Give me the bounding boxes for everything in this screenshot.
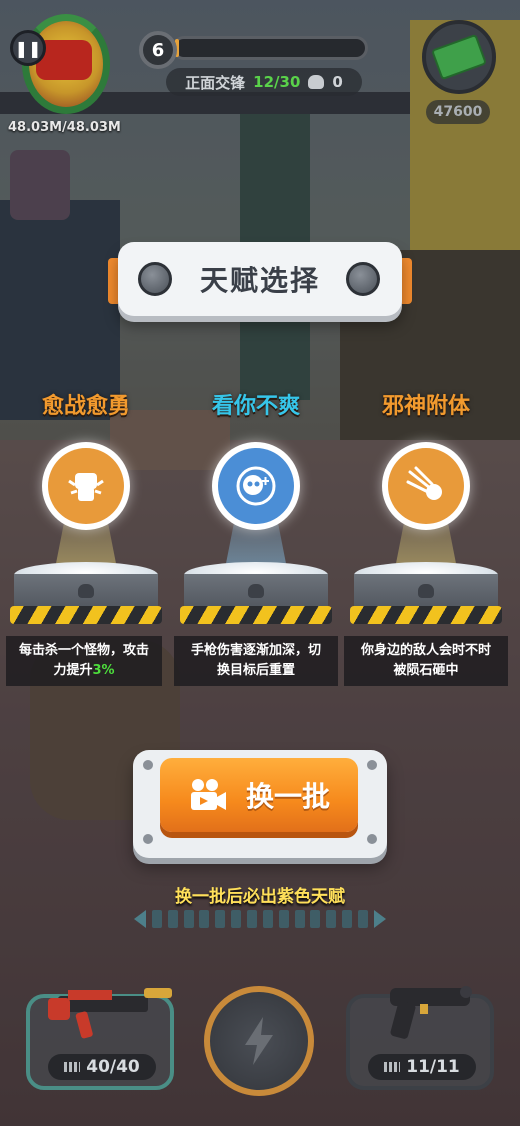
indicator-segment [199,910,210,928]
talent-description: 手枪伤害逐渐加深，切 换目标后重置 [174,636,338,686]
description-line-1: 你身边的敌人会时不时 [360,643,491,658]
dialog-title: 天赋选择 [199,264,320,297]
hazard-stripe [350,606,502,624]
talent-name: 愈战愈勇 [41,394,130,419]
refresh-hint: 换一批后必出紫色天赋 [175,887,345,907]
screw [367,834,377,844]
video-camera-icon [190,779,226,810]
description-line-2: 换目标后重置 [216,663,295,678]
screw [143,760,153,770]
talent-orb [382,442,470,530]
indicator-segment [215,910,226,928]
indicator-segment [262,910,273,928]
indicator-segment [358,910,369,928]
primary-ammo-count: 40/40 [86,1057,140,1077]
refresh-button[interactable]: 换一批 [160,758,358,832]
money-button[interactable] [422,20,496,94]
meteor-icon [388,448,464,524]
wave-label: 正面交锋 [185,73,246,92]
skill-button[interactable] [204,986,314,1096]
talent-card-2[interactable]: 看你不爽 手枪伤害逐渐加深，切 换目标后重置 [172,384,340,694]
pause-icon: ❚❚ [14,38,42,58]
pedestal-skull-icon [248,584,264,598]
hazard-stripe [180,606,332,624]
page-indicator [134,908,386,930]
secondary-weapon-slot[interactable]: 11/11 [346,986,494,1090]
description-line-2: 被陨石砸中 [393,663,459,678]
primary-weapon-slot[interactable]: 40/40 [26,988,174,1090]
money-amount: 47600 [426,100,490,124]
indicator-segment [342,910,353,928]
description-highlight: 3% [92,663,115,678]
indicator-segment [278,910,289,928]
cash-icon [430,33,488,81]
arrow-right-icon [373,910,386,928]
kill-count: 0 [332,73,343,91]
talent-name: 邪神附体 [381,394,470,419]
skull-target-icon [218,448,294,524]
indicator-segment [326,910,337,928]
hp-text: 48.03M/48.03M [8,120,121,135]
talent-orb [42,442,130,530]
pedestal-skull-icon [78,584,94,598]
level-badge: 6 [139,31,177,69]
indicator-segment [231,910,242,928]
description-line-2: 力提升3% [6,661,162,681]
indicator-segment [183,910,194,928]
pause-button[interactable]: ❚❚ [10,30,46,66]
wave-count: 12/30 [253,73,301,91]
secondary-ammo: 11/11 [368,1054,476,1080]
indicator-segment [310,910,321,928]
level-progress-bar [172,36,368,60]
indicator-segment [167,910,178,928]
fist-icon [48,448,124,524]
ammo-icon [384,1062,401,1072]
indicator-segment [294,910,305,928]
talent-orb [212,442,300,530]
indicator-segment [151,910,162,928]
ammo-icon [64,1062,81,1072]
lightning-icon [245,1017,273,1065]
rifle-icon [48,988,172,1039]
talent-name: 看你不爽 [211,394,300,419]
description-line-1: 手枪伤害逐渐加深，切 [190,643,321,658]
pedestal-skull-icon [418,584,434,598]
talent-description: 你身边的敌人会时不时 被陨石砸中 [344,636,508,686]
screw [143,834,153,844]
wave-info: 正面交锋 12/30 0 [166,68,362,96]
talent-card-3[interactable]: 邪神附体 你身边的敌人会时不时 被陨石砸中 [342,384,510,694]
pistol-icon [390,986,472,1039]
primary-ammo: 40/40 [48,1054,156,1080]
secondary-ammo-count: 11/11 [406,1057,460,1077]
refresh-label: 换一批 [245,780,330,813]
description-line-1: 每击杀一个怪物，攻击 [18,643,149,658]
description-line-2-text: 力提升 [53,663,93,678]
talent-description: 每击杀一个怪物，攻击 力提升3% [6,636,162,686]
skull-icon [308,75,325,89]
screw [367,760,377,770]
hazard-stripe [10,606,162,624]
arrow-left-icon [134,910,146,928]
talent-card-1[interactable]: 愈战愈勇 每击杀一个怪物，攻击 力提升3% [2,384,170,694]
indicator-segment [247,910,258,928]
